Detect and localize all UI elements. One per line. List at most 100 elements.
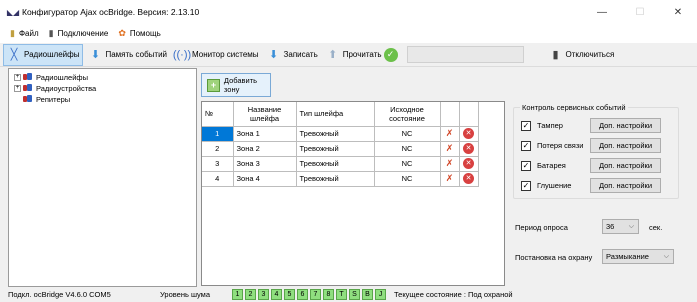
menu-help-label: Помощь	[129, 29, 161, 38]
radio-loops-button[interactable]: ╳ Радиошлейфы	[3, 43, 84, 66]
edit-zone-button[interactable]: ✗	[440, 171, 460, 187]
arming-select[interactable]: Размыкание ⌵	[602, 249, 674, 264]
edit-zone-button[interactable]: ✗	[440, 141, 460, 157]
edit-zone-button[interactable]: ✗	[440, 126, 460, 142]
tree-item-repeaters[interactable]: Репитеры	[9, 94, 196, 104]
service-events-title: Контроль сервисных событий	[520, 103, 628, 112]
noise-cell: 2	[244, 289, 256, 300]
minimize-button[interactable]: —	[583, 0, 621, 24]
maximize-button[interactable]: ☐	[621, 0, 659, 24]
add-zone-button[interactable]: + Добавить зону	[201, 73, 271, 97]
col-loop-type: Тип шлейфа	[296, 102, 375, 127]
title-bar: ◣◢ Конфигуратор Ajax ocBridge. Версия: 2…	[0, 0, 697, 24]
check-icon: ✓	[383, 47, 398, 62]
menu-connection-label: Подключение	[57, 29, 109, 38]
noise-cell: 7	[309, 289, 321, 300]
zones-table: № Название шлейфа Тип шлейфа Исходное со…	[201, 101, 505, 286]
menu-help[interactable]: ✿ Помощь	[118, 28, 160, 39]
cell-state: NC	[374, 171, 441, 187]
current-state: Текущее состояние : Под охраной	[393, 290, 513, 299]
device-tree[interactable]: + Радиошлейфы + Радиоустройства Репитеры	[8, 68, 197, 287]
tree-item-radio-devices[interactable]: + Радиоустройства	[9, 83, 196, 93]
tamper-settings-button[interactable]: Доп. настройки	[590, 118, 661, 133]
expand-icon[interactable]: +	[14, 73, 21, 81]
delete-zone-button[interactable]: ✕	[459, 171, 479, 187]
delete-zone-button[interactable]: ✕	[459, 156, 479, 172]
table-row[interactable]: 3 Зона 3 Тревожный NC ✗ ✕	[202, 156, 479, 172]
cell-type: Тревожный	[296, 141, 375, 157]
menu-file-label: Файл	[18, 29, 39, 38]
expand-icon[interactable]: +	[14, 84, 21, 92]
col-number: №	[202, 102, 234, 127]
tree-item-radio-loops[interactable]: + Радиошлейфы	[9, 72, 196, 82]
read-button[interactable]: ⬆ Прочитать ✓	[323, 44, 401, 66]
battery-checkbox[interactable]: ✓	[521, 160, 531, 171]
close-button[interactable]: ✕	[659, 0, 697, 24]
disconnect-icon: ▮	[552, 49, 559, 61]
noise-cell: 5	[283, 289, 295, 300]
delete-icon: ✕	[463, 128, 474, 139]
cell-type: Тревожный	[296, 171, 375, 187]
col-delete	[459, 102, 479, 127]
delete-zone-button[interactable]: ✕	[459, 126, 479, 142]
noise-cell: 1	[231, 289, 243, 300]
service-events-group: Контроль сервисных событий ✓ Тампер Доп.…	[513, 103, 679, 199]
write-button[interactable]: ⬇ Записать	[264, 44, 321, 66]
cell-type: Тревожный	[296, 156, 375, 172]
help-icon: ✿	[118, 28, 126, 38]
cell-state: NC	[374, 126, 441, 142]
polling-period-select[interactable]: 36 ⌵	[602, 219, 639, 234]
radio-loops-icon: ╳	[10, 49, 18, 61]
col-edit	[440, 102, 460, 127]
cell-name: Зона 1	[233, 126, 297, 142]
connection-loss-checkbox[interactable]: ✓	[521, 140, 531, 151]
table-row[interactable]: 4 Зона 4 Тревожный NC ✗ ✕	[202, 171, 479, 187]
disconnect-label: Отключиться	[565, 50, 615, 59]
delete-icon: ✕	[463, 158, 474, 169]
system-monitor-label: Монитор системы	[192, 50, 259, 59]
delete-zone-button[interactable]: ✕	[459, 141, 479, 157]
event-memory-icon: ⬇	[90, 49, 101, 61]
menu-file[interactable]: ▮ Файл	[10, 28, 39, 39]
col-loop-name: Название шлейфа	[233, 102, 297, 127]
device-status: Подкл. ocBridge V4.6.0 COM5	[8, 290, 111, 299]
jamming-checkbox[interactable]: ✓	[521, 180, 531, 191]
toolbar: ╳ Радиошлейфы ⬇ Память событий ((·)) Мон…	[0, 43, 697, 67]
menu-connection[interactable]: ▮ Подключение	[49, 28, 109, 39]
table-row[interactable]: 1 Зона 1 Тревожный NC ✗ ✕	[202, 126, 479, 142]
chevron-down-icon: ⌵	[663, 252, 669, 260]
jamming-settings-button[interactable]: Доп. настройки	[590, 178, 661, 193]
window-title: Конфигуратор Ajax ocBridge. Версия: 2.13…	[22, 7, 200, 17]
noise-cell: S	[348, 289, 360, 300]
ajax-device-icon	[23, 73, 33, 81]
tree-item-label: Радиошлейфы	[36, 72, 88, 82]
polling-period-label: Период опроса	[515, 223, 568, 232]
cell-state: NC	[374, 141, 441, 157]
delete-icon: ✕	[463, 173, 474, 184]
noise-cell: J	[374, 289, 386, 300]
tree-item-label: Репитеры	[36, 94, 71, 104]
system-monitor-button[interactable]: ((·)) Монитор системы	[172, 44, 262, 66]
disconnect-button[interactable]: ▮ Отключиться	[546, 44, 618, 66]
noise-cell: 4	[270, 289, 282, 300]
ajax-device-icon	[23, 95, 33, 103]
cell-name: Зона 3	[233, 156, 297, 172]
event-memory-button[interactable]: ⬇ Память событий	[85, 44, 170, 66]
add-zone-label: Добавить зону	[223, 76, 258, 94]
file-icon: ▮	[10, 28, 15, 38]
polling-period-value: 36	[606, 222, 615, 231]
battery-settings-button[interactable]: Доп. настройки	[590, 158, 661, 173]
table-row[interactable]: 2 Зона 2 Тревожный NC ✗ ✕	[202, 141, 479, 157]
system-monitor-icon: ((·))	[172, 48, 192, 61]
cell-number: 2	[202, 141, 234, 157]
col-initial-state: Исходное состояние	[374, 102, 441, 127]
tools-icon: ✗	[445, 158, 454, 168]
noise-cell: T	[335, 289, 347, 300]
connection-loss-settings-button[interactable]: Доп. настройки	[590, 138, 661, 153]
noise-level-label: Уровень шума	[160, 290, 210, 299]
edit-zone-button[interactable]: ✗	[440, 156, 460, 172]
tamper-checkbox[interactable]: ✓	[521, 120, 531, 131]
chevron-down-icon: ⌵	[628, 222, 634, 230]
status-bar: Подкл. ocBridge V4.6.0 COM5 Уровень шума…	[0, 287, 697, 302]
